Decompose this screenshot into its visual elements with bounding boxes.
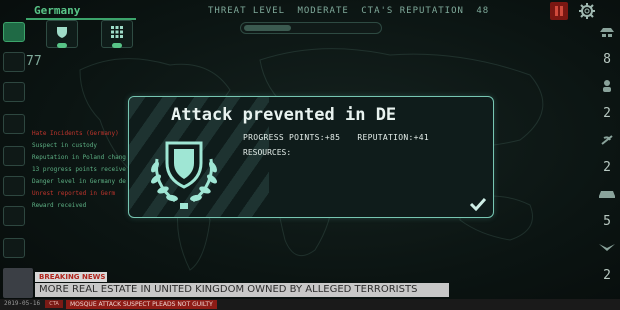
news-thumbnail <box>3 268 33 298</box>
flask-icon[interactable] <box>3 206 25 226</box>
reputation-gain: REPUTATION:+41 <box>357 133 429 142</box>
car-icon[interactable] <box>598 188 616 200</box>
event-log: Hate Incidents (Germany) Suspect in custo… <box>32 128 132 212</box>
right-count: 5 <box>603 214 611 229</box>
progress-points: PROGRESS POINTS:+85 <box>243 133 341 142</box>
grid-icon[interactable] <box>3 238 25 258</box>
grid-icon <box>111 26 123 38</box>
dialog-stats: PROGRESS POINTS:+85 REPUTATION:+41 <box>243 133 441 142</box>
reputation-label: CTA'S REPUTATION <box>361 6 464 16</box>
log-entry: Reputation in Poland chang <box>32 154 126 161</box>
log-entry: Reward received <box>32 202 87 209</box>
attack-prevented-dialog: Attack prevented in DE PROGRESS POINTS:+… <box>128 96 494 218</box>
news-subheadline: MOSQUE ATTACK SUSPECT PLEADS NOT GUILTY <box>66 300 217 309</box>
agent-button-grid[interactable] <box>101 20 133 48</box>
right-count: 2 <box>603 268 611 283</box>
selected-country[interactable]: Germany <box>34 4 80 17</box>
threat-level-fill <box>244 25 291 31</box>
agent-profile-icon[interactable] <box>3 114 25 134</box>
person-icon[interactable] <box>598 80 616 92</box>
globe-icon[interactable] <box>3 146 25 166</box>
right-count: 8 <box>603 52 611 67</box>
left-sidebar <box>0 20 26 290</box>
breaking-news-label: BREAKING NEWS <box>35 272 107 282</box>
bird-icon[interactable] <box>598 242 616 254</box>
checkmark-icon[interactable] <box>469 197 487 211</box>
log-entry: Suspect in custody <box>32 142 98 149</box>
agent-button-shield[interactable] <box>46 20 78 48</box>
shield-laurel-icon <box>151 141 217 209</box>
shield-icon <box>57 27 67 38</box>
threat-value: MODERATE <box>297 6 349 16</box>
game-screen: Germany THREAT LEVEL MODERATE CTA'S REPU… <box>0 0 620 310</box>
left-counter: 77 <box>26 54 42 69</box>
resources-label: RESOURCES: <box>243 148 292 157</box>
gear-icon[interactable] <box>578 2 596 20</box>
dialog-title: Attack prevented in DE <box>171 105 397 125</box>
threat-label: THREAT LEVEL <box>208 6 286 16</box>
right-count: 2 <box>603 160 611 175</box>
agent-status-indicator <box>57 43 67 48</box>
pause-button[interactable] <box>550 2 568 20</box>
reputation-value: 48 <box>476 6 490 16</box>
log-entry: Unrest reported in Germ <box>32 190 116 197</box>
satellite-icon[interactable] <box>598 134 616 146</box>
threat-readout: THREAT LEVEL MODERATE CTA'S REPUTATION 4… <box>208 6 495 16</box>
news-tag: CTA <box>45 300 63 308</box>
heart-icon[interactable] <box>3 176 25 196</box>
top-bar: Germany THREAT LEVEL MODERATE CTA'S REPU… <box>0 0 620 34</box>
agent-status-indicator <box>112 43 122 48</box>
network-icon[interactable] <box>3 52 25 72</box>
log-entry: Danger level in Germany de <box>32 178 126 185</box>
news-date: 2019-05-16 <box>4 300 41 307</box>
database-icon[interactable] <box>3 82 25 102</box>
threat-level-bar <box>240 22 382 34</box>
spy-icon[interactable] <box>598 26 616 38</box>
right-sidebar: 8 2 2 5 2 <box>594 20 620 290</box>
news-headline[interactable]: MORE REAL ESTATE IN UNITED KINGDOM OWNED… <box>35 283 449 297</box>
log-entry: Hate Incidents (Germany) <box>32 130 119 137</box>
messages-icon[interactable] <box>3 22 25 42</box>
right-count: 2 <box>603 106 611 121</box>
log-entry: 13 progress points receive <box>32 166 126 173</box>
